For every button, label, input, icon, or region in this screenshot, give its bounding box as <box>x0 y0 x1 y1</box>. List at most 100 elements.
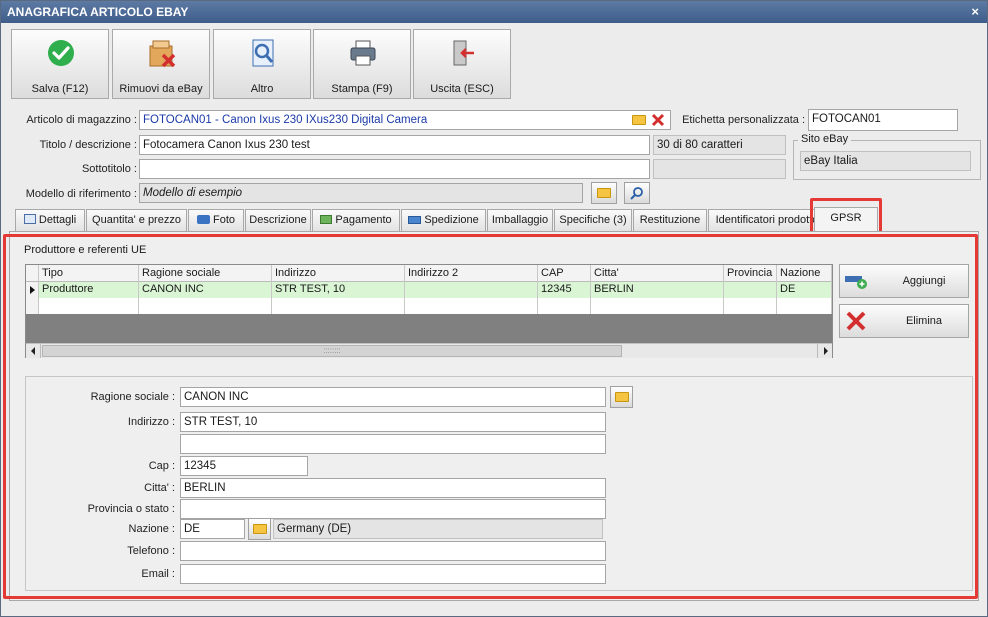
etichetta-field[interactable]: FOTOCAN01 <box>808 109 958 131</box>
delete-x-icon <box>846 311 866 331</box>
tab-imballaggio[interactable]: Imballaggio <box>487 209 553 231</box>
citta-field[interactable]: BERLIN <box>180 478 606 498</box>
delete-button-label: Elimina <box>905 315 943 327</box>
cap-label: Cap : <box>148 460 175 472</box>
tab-label: Restituzione <box>639 214 701 226</box>
indirizzo-label: Indirizzo : <box>127 416 175 428</box>
scroll-thumb[interactable]: :::::::: <box>42 345 622 357</box>
col-cap[interactable]: CAP <box>538 265 591 282</box>
nazione-code-field[interactable]: DE <box>180 519 245 539</box>
tab-label: Spedizione <box>424 214 479 226</box>
title-bar: ANAGRAFICA ARTICOLO EBAY × <box>1 1 987 23</box>
titolo-counter: 30 di 80 caratteri <box>653 135 786 155</box>
horizontal-scrollbar[interactable]: :::::::: <box>26 343 832 358</box>
folder-icon <box>615 392 629 402</box>
titolo-field[interactable]: Fotocamera Canon Ixus 230 test <box>139 135 650 155</box>
folder-icon[interactable] <box>632 115 646 125</box>
box-remove-icon <box>149 40 176 68</box>
tab-spedizione[interactable]: Spedizione <box>401 209 486 231</box>
tab-restituzione[interactable]: Restituzione <box>633 209 707 231</box>
altro-button[interactable]: Altro <box>213 29 311 99</box>
indirizzo-field[interactable]: STR TEST, 10 <box>180 412 606 432</box>
save-button[interactable]: Salva (F12) <box>11 29 109 99</box>
col-ragione[interactable]: Ragione sociale <box>139 265 272 282</box>
tab-quantita[interactable]: Quantita' e prezzo <box>86 209 187 231</box>
provincia-label: Provincia o stato : <box>87 503 175 515</box>
articolo-field[interactable]: FOTOCAN01 - Canon Ixus 230 IXus230 Digit… <box>139 110 671 130</box>
tab-label: Pagamento <box>335 214 392 226</box>
tab-identificatori[interactable]: Identificatori prodotto <box>708 209 826 231</box>
modello-label: Modello di riferimento : <box>25 188 137 200</box>
exit-button[interactable]: Uscita (ESC) <box>413 29 511 99</box>
exit-door-icon <box>453 40 474 66</box>
telefono-field[interactable] <box>180 541 606 561</box>
check-circle-icon <box>48 40 74 66</box>
exit-button-label: Uscita (ESC) <box>430 83 494 95</box>
clear-x-icon[interactable] <box>651 113 665 127</box>
tab-descrizione[interactable]: Descrizione <box>245 209 311 231</box>
referents-grid[interactable]: Tipo Ragione sociale Indirizzo Indirizzo… <box>25 264 833 358</box>
print-button-label: Stampa (F9) <box>331 83 393 95</box>
tab-label: Quantita' e prezzo <box>92 214 181 226</box>
col-indirizzo[interactable]: Indirizzo <box>272 265 405 282</box>
grid-header: Tipo Ragione sociale Indirizzo Indirizzo… <box>26 265 832 282</box>
ragione-label: Ragione sociale : <box>90 391 175 403</box>
cell-nazione: DE <box>777 282 832 298</box>
magnifier-doc-icon <box>252 39 274 67</box>
ragione-field[interactable]: CANON INC <box>180 387 606 407</box>
cell-empty <box>591 298 724 314</box>
print-button[interactable]: Stampa (F9) <box>313 29 411 99</box>
article-window: ANAGRAFICA ARTICOLO EBAY × Salva (F12) R… <box>0 0 988 617</box>
gpsr-tab-highlight <box>810 198 882 234</box>
cap-field[interactable]: 12345 <box>180 456 308 476</box>
tab-label: Imballaggio <box>491 214 549 226</box>
tab-label: Specifiche (3) <box>559 214 627 226</box>
email-label: Email : <box>141 568 175 580</box>
delete-button[interactable]: Elimina <box>839 304 969 338</box>
modello-search-button[interactable] <box>624 182 650 204</box>
add-button[interactable]: Aggiungi <box>839 264 969 298</box>
col-indirizzo2[interactable]: Indirizzo 2 <box>405 265 538 282</box>
col-nazione[interactable]: Nazione <box>777 265 832 282</box>
sottotitolo-field[interactable] <box>139 159 650 179</box>
tab-label: Dettagli <box>38 214 77 226</box>
telefono-label: Telefono : <box>127 545 175 557</box>
provincia-field[interactable] <box>180 499 606 519</box>
section-title: Produttore e referenti UE <box>24 244 147 256</box>
indirizzo2-field[interactable] <box>180 434 606 454</box>
tab-foto[interactable]: Foto <box>188 209 244 231</box>
titolo-label: Titolo / descrizione : <box>39 139 137 151</box>
col-provincia[interactable]: Provincia <box>724 265 777 282</box>
table-row[interactable]: Produttore CANON INC STR TEST, 10 12345 … <box>26 282 832 298</box>
cell-empty <box>272 298 405 314</box>
nazione-folder-button[interactable] <box>248 518 271 540</box>
tab-specifiche[interactable]: Specifiche (3) <box>554 209 632 231</box>
nazione-name-field: Germany (DE) <box>273 519 603 539</box>
altro-button-label: Altro <box>250 83 274 95</box>
cell-cap: 12345 <box>538 282 591 298</box>
sito-ebay-title: Sito eBay <box>798 133 852 145</box>
add-button-label: Aggiungi <box>902 275 946 287</box>
table-icon <box>23 214 36 224</box>
col-tipo[interactable]: Tipo <box>39 265 139 282</box>
camera-icon <box>196 215 210 224</box>
email-field[interactable] <box>180 564 606 584</box>
cell-citta: BERLIN <box>591 282 724 298</box>
close-icon[interactable]: × <box>971 1 979 23</box>
row-selector-header <box>26 265 39 282</box>
tab-label: Foto <box>213 214 236 226</box>
remove-from-ebay-button[interactable]: Rimuovi da eBay <box>112 29 210 99</box>
modello-field: Modello di esempio <box>139 183 583 203</box>
ragione-folder-button[interactable] <box>610 386 633 408</box>
tab-label: Descrizione <box>249 214 307 226</box>
tab-pagamento[interactable]: Pagamento <box>312 209 400 231</box>
col-citta[interactable]: Citta' <box>591 265 724 282</box>
table-row-empty[interactable] <box>26 298 832 314</box>
scroll-left-icon[interactable] <box>26 344 41 358</box>
money-icon <box>320 215 333 224</box>
folder-icon <box>597 188 611 198</box>
scroll-right-icon[interactable] <box>817 344 832 358</box>
save-button-label: Salva (F12) <box>31 83 89 95</box>
tab-dettagli[interactable]: Dettagli <box>15 209 85 231</box>
modello-folder-button[interactable] <box>591 182 617 204</box>
